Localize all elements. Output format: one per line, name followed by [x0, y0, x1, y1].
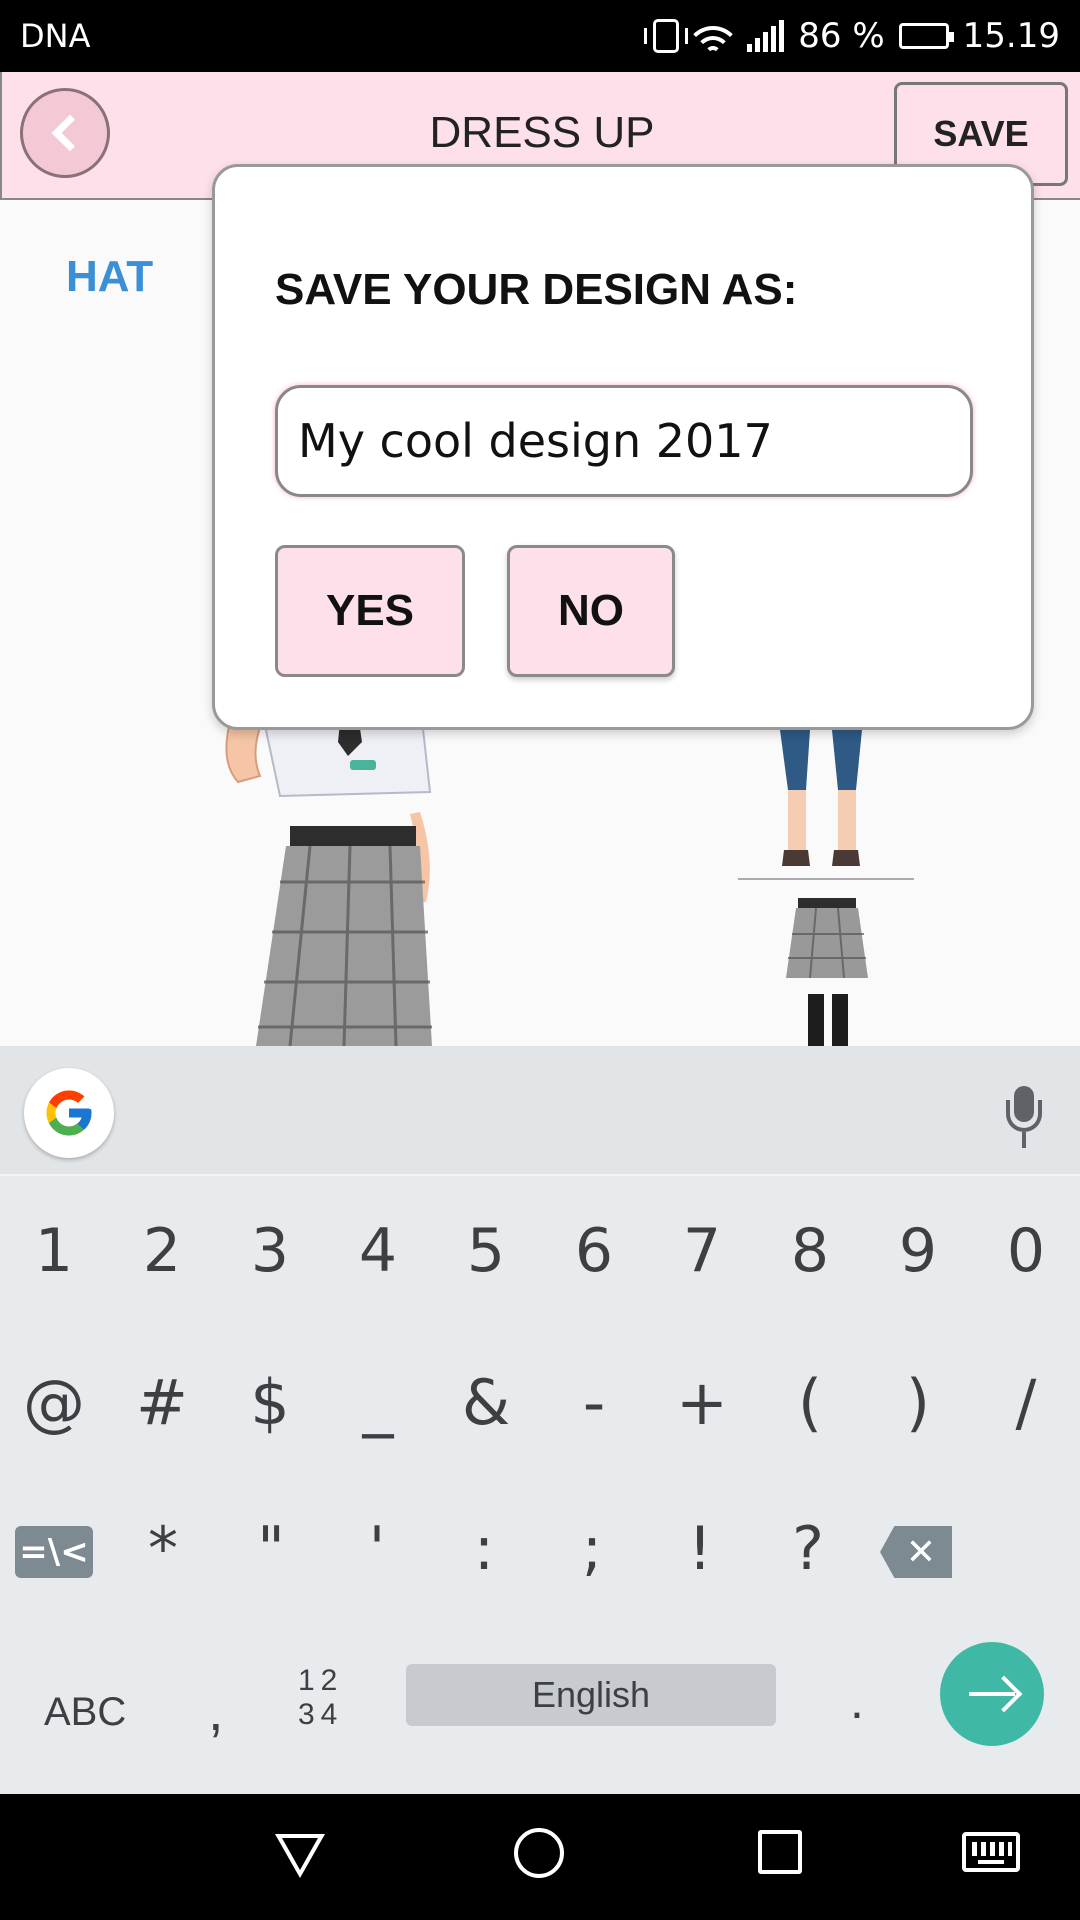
key[interactable]: ': [324, 1514, 430, 1584]
dialog-title: SAVE YOUR DESIGN AS:: [275, 265, 798, 314]
signal-icon: [747, 20, 785, 52]
key[interactable]: 5: [432, 1216, 540, 1286]
keyboard-row-symbols-1: @ # $ _ & - + ( ) /: [0, 1366, 1080, 1439]
key[interactable]: +: [648, 1366, 756, 1439]
key[interactable]: #: [108, 1366, 216, 1439]
soft-keyboard: 1 2 3 4 5 6 7 8 9 0 @ # $ _ & - + ( ) / …: [0, 1046, 1080, 1794]
key[interactable]: !: [646, 1514, 754, 1584]
save-dialog: SAVE YOUR DESIGN AS: YES NO: [212, 164, 1034, 730]
abc-key[interactable]: ABC: [44, 1690, 126, 1735]
yes-button[interactable]: YES: [275, 545, 465, 677]
battery-percent: 86 %: [798, 16, 885, 56]
enter-key[interactable]: [940, 1642, 1044, 1746]
thumbnail-divider: [738, 878, 914, 880]
period-key[interactable]: .: [850, 1672, 864, 1730]
space-key[interactable]: English: [406, 1664, 776, 1726]
no-button[interactable]: NO: [507, 545, 675, 677]
key[interactable]: &: [432, 1366, 540, 1439]
key[interactable]: @: [0, 1366, 108, 1439]
key[interactable]: $: [216, 1366, 324, 1439]
key[interactable]: 6: [540, 1216, 648, 1286]
keyboard-row-numbers: 1 2 3 4 5 6 7 8 9 0: [0, 1216, 1080, 1286]
key[interactable]: 8: [756, 1216, 864, 1286]
key[interactable]: ): [864, 1366, 972, 1439]
google-icon[interactable]: [24, 1068, 114, 1158]
key[interactable]: *: [108, 1514, 218, 1584]
vibrate-icon: [644, 19, 689, 53]
outfit-thumbnail-skirt[interactable]: [780, 894, 876, 1046]
key[interactable]: -: [540, 1366, 648, 1439]
key[interactable]: ": [218, 1514, 324, 1584]
key[interactable]: ;: [538, 1514, 646, 1584]
key[interactable]: :: [430, 1514, 538, 1584]
wifi-icon: [693, 20, 734, 52]
key[interactable]: 1: [0, 1216, 108, 1286]
key[interactable]: _: [324, 1366, 432, 1439]
clock: 15.19: [962, 16, 1060, 56]
numpad-toggle-key[interactable]: 12 34: [298, 1664, 343, 1732]
key[interactable]: 0: [972, 1216, 1080, 1286]
design-name-input[interactable]: [275, 385, 973, 497]
carrier-name: DNA: [20, 17, 91, 55]
comma-key[interactable]: ,: [208, 1678, 224, 1743]
nav-recents-icon[interactable]: [758, 1830, 802, 1874]
more-symbols-key[interactable]: =\<: [0, 1514, 108, 1584]
key[interactable]: 4: [324, 1216, 432, 1286]
key[interactable]: 7: [648, 1216, 756, 1286]
keyboard-suggestion-bar: [0, 1046, 1080, 1176]
key[interactable]: 3: [216, 1216, 324, 1286]
keyboard-row-bottom: ABC , 12 34 English .: [0, 1642, 1080, 1746]
keyboard-switch-icon[interactable]: [962, 1832, 1020, 1872]
key[interactable]: 2: [108, 1216, 216, 1286]
system-nav-bar: [0, 1794, 1080, 1920]
key[interactable]: (: [756, 1366, 864, 1439]
battery-icon: [898, 23, 954, 49]
key[interactable]: /: [972, 1366, 1080, 1439]
nav-home-icon[interactable]: [514, 1828, 564, 1878]
key[interactable]: ?: [754, 1514, 862, 1584]
key[interactable]: 9: [864, 1216, 972, 1286]
category-tab-hat[interactable]: HAT: [66, 252, 153, 302]
microphone-icon[interactable]: [1004, 1086, 1044, 1148]
outfit-thumbnail-jeans[interactable]: [770, 730, 880, 920]
doll-figure: [225, 702, 432, 1046]
keyboard-row-symbols-2: =\< * " ' : ; ! ? ✕: [0, 1514, 1080, 1584]
arrow-right-icon: [969, 1692, 1015, 1696]
nav-back-icon[interactable]: [275, 1834, 325, 1878]
backspace-key[interactable]: ✕: [862, 1514, 970, 1584]
backspace-icon: ✕: [880, 1526, 952, 1578]
status-bar: DNA 86 % 15.19: [0, 0, 1080, 72]
